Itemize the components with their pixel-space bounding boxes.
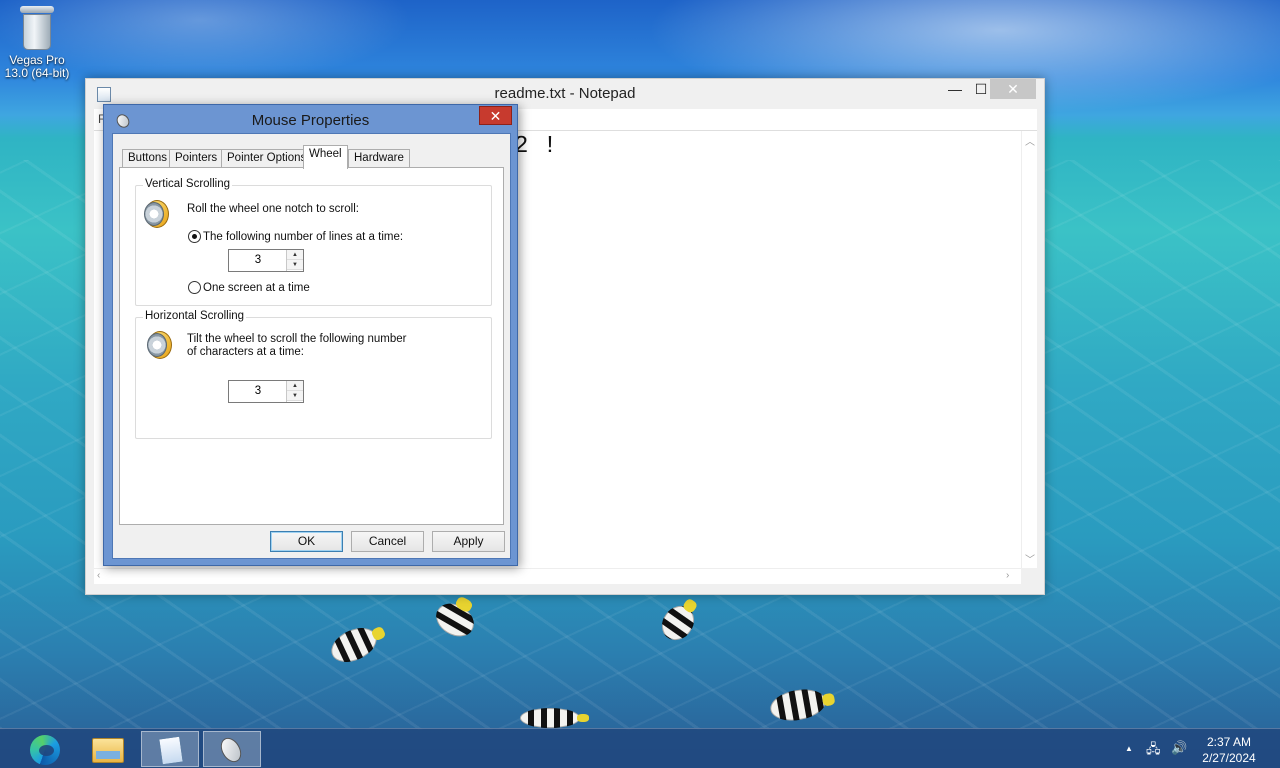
clock-date: 2/27/2024: [1202, 751, 1256, 765]
tray-overflow-icon[interactable]: ▲: [1125, 744, 1133, 753]
scroll-up-icon[interactable]: ︿: [1025, 133, 1035, 148]
tab-wheel[interactable]: Wheel: [303, 145, 348, 169]
desktop-icon-recycle-bin[interactable]: Vegas Pro 13.0 (64-bit): [2, 6, 72, 80]
notepad-icon: [158, 735, 184, 766]
wallpaper-fish: [655, 599, 701, 647]
tab-hardware[interactable]: Hardware: [348, 149, 410, 168]
dialog-title: Mouse Properties: [251, 112, 370, 129]
minimize-button[interactable]: —: [944, 79, 966, 99]
spin-up-icon[interactable]: ▲: [287, 381, 303, 391]
mouse-wheel-tilt-icon: [146, 329, 172, 359]
tab-pointers[interactable]: Pointers: [169, 149, 224, 168]
lines-spinner[interactable]: 3 ▲ ▼: [228, 249, 304, 272]
lines-at-a-time-radio[interactable]: [188, 230, 201, 243]
taskbar: ▲ 🖧 🔊 2:37 AM 2/27/2024: [0, 728, 1280, 768]
spin-down-icon[interactable]: ▼: [287, 260, 303, 270]
horizontal-scrolling-group: Horizontal Scrolling Tilt the wheel to s…: [135, 310, 492, 439]
mouse-properties-icon: [216, 734, 246, 766]
tab-buttons[interactable]: Buttons: [122, 149, 173, 168]
vertical-scrollbar[interactable]: ︿ ﹀: [1021, 131, 1037, 568]
horizontal-scrollbar[interactable]: ‹ ›: [94, 568, 1021, 584]
chars-spinner[interactable]: 3 ▲ ▼: [228, 380, 304, 403]
vertical-instruction: Roll the wheel one notch to scroll:: [187, 203, 359, 215]
taskbar-edge[interactable]: [16, 731, 74, 767]
wallpaper-fish: [430, 597, 480, 643]
scroll-right-icon[interactable]: ›: [1006, 570, 1009, 581]
scroll-down-icon[interactable]: ﹀: [1025, 551, 1035, 566]
spin-down-icon[interactable]: ▼: [287, 391, 303, 401]
spin-up-icon[interactable]: ▲: [287, 250, 303, 260]
lines-at-a-time-label[interactable]: The following number of lines at a time:: [203, 231, 403, 243]
wheel-tab-panel: Vertical Scrolling Roll the wheel one no…: [119, 167, 504, 525]
close-button[interactable]: ✕: [990, 79, 1036, 99]
lines-value[interactable]: 3: [229, 254, 287, 266]
clock-time: 2:37 AM: [1206, 735, 1252, 749]
one-screen-label[interactable]: One screen at a time: [203, 282, 310, 294]
horizontal-instruction-line2: of characters at a time:: [187, 346, 304, 358]
mouse-properties-dialog[interactable]: Mouse Properties ✕ Buttons Pointers Poin…: [103, 104, 518, 566]
file-explorer-icon: [92, 738, 124, 763]
wallpaper-fish: [767, 685, 829, 725]
dialog-close-button[interactable]: ✕: [479, 106, 512, 125]
taskbar-notepad[interactable]: [141, 731, 199, 767]
wallpaper-fish: [520, 708, 589, 728]
horizontal-instruction-line1: Tilt the wheel to scroll the following n…: [187, 333, 407, 345]
cancel-button[interactable]: Cancel: [351, 531, 424, 552]
taskbar-mouse-properties[interactable]: [203, 731, 261, 767]
mouse-wheel-icon: [143, 198, 169, 228]
wallpaper-fish: [325, 621, 383, 669]
horizontal-scrolling-title: Horizontal Scrolling: [143, 310, 247, 322]
recycle-bin-icon: [20, 6, 54, 50]
notepad-title: readme.txt - Notepad: [494, 85, 636, 102]
tab-pointer-options[interactable]: Pointer Options: [221, 149, 313, 168]
scroll-left-icon[interactable]: ‹: [97, 570, 100, 581]
volume-icon[interactable]: 🔊: [1171, 740, 1187, 756]
desktop-icon-label-line2: 13.0 (64-bit): [4, 66, 70, 80]
taskbar-file-explorer[interactable]: [78, 731, 136, 767]
notepad-text: 2 !: [514, 133, 558, 160]
taskbar-clock[interactable]: 2:37 AM 2/27/2024: [1196, 734, 1262, 766]
vertical-scrolling-group: Vertical Scrolling Roll the wheel one no…: [135, 178, 492, 306]
vertical-scrolling-title: Vertical Scrolling: [143, 178, 233, 190]
apply-button[interactable]: Apply: [432, 531, 505, 552]
network-icon[interactable]: 🖧: [1146, 740, 1161, 762]
maximize-button[interactable]: ☐: [970, 79, 992, 99]
chars-value[interactable]: 3: [229, 385, 287, 397]
ok-button[interactable]: OK: [270, 531, 343, 552]
edge-icon: [30, 735, 60, 765]
dialog-body: Buttons Pointers Pointer Options Wheel H…: [112, 133, 511, 559]
one-screen-radio[interactable]: [188, 281, 201, 294]
